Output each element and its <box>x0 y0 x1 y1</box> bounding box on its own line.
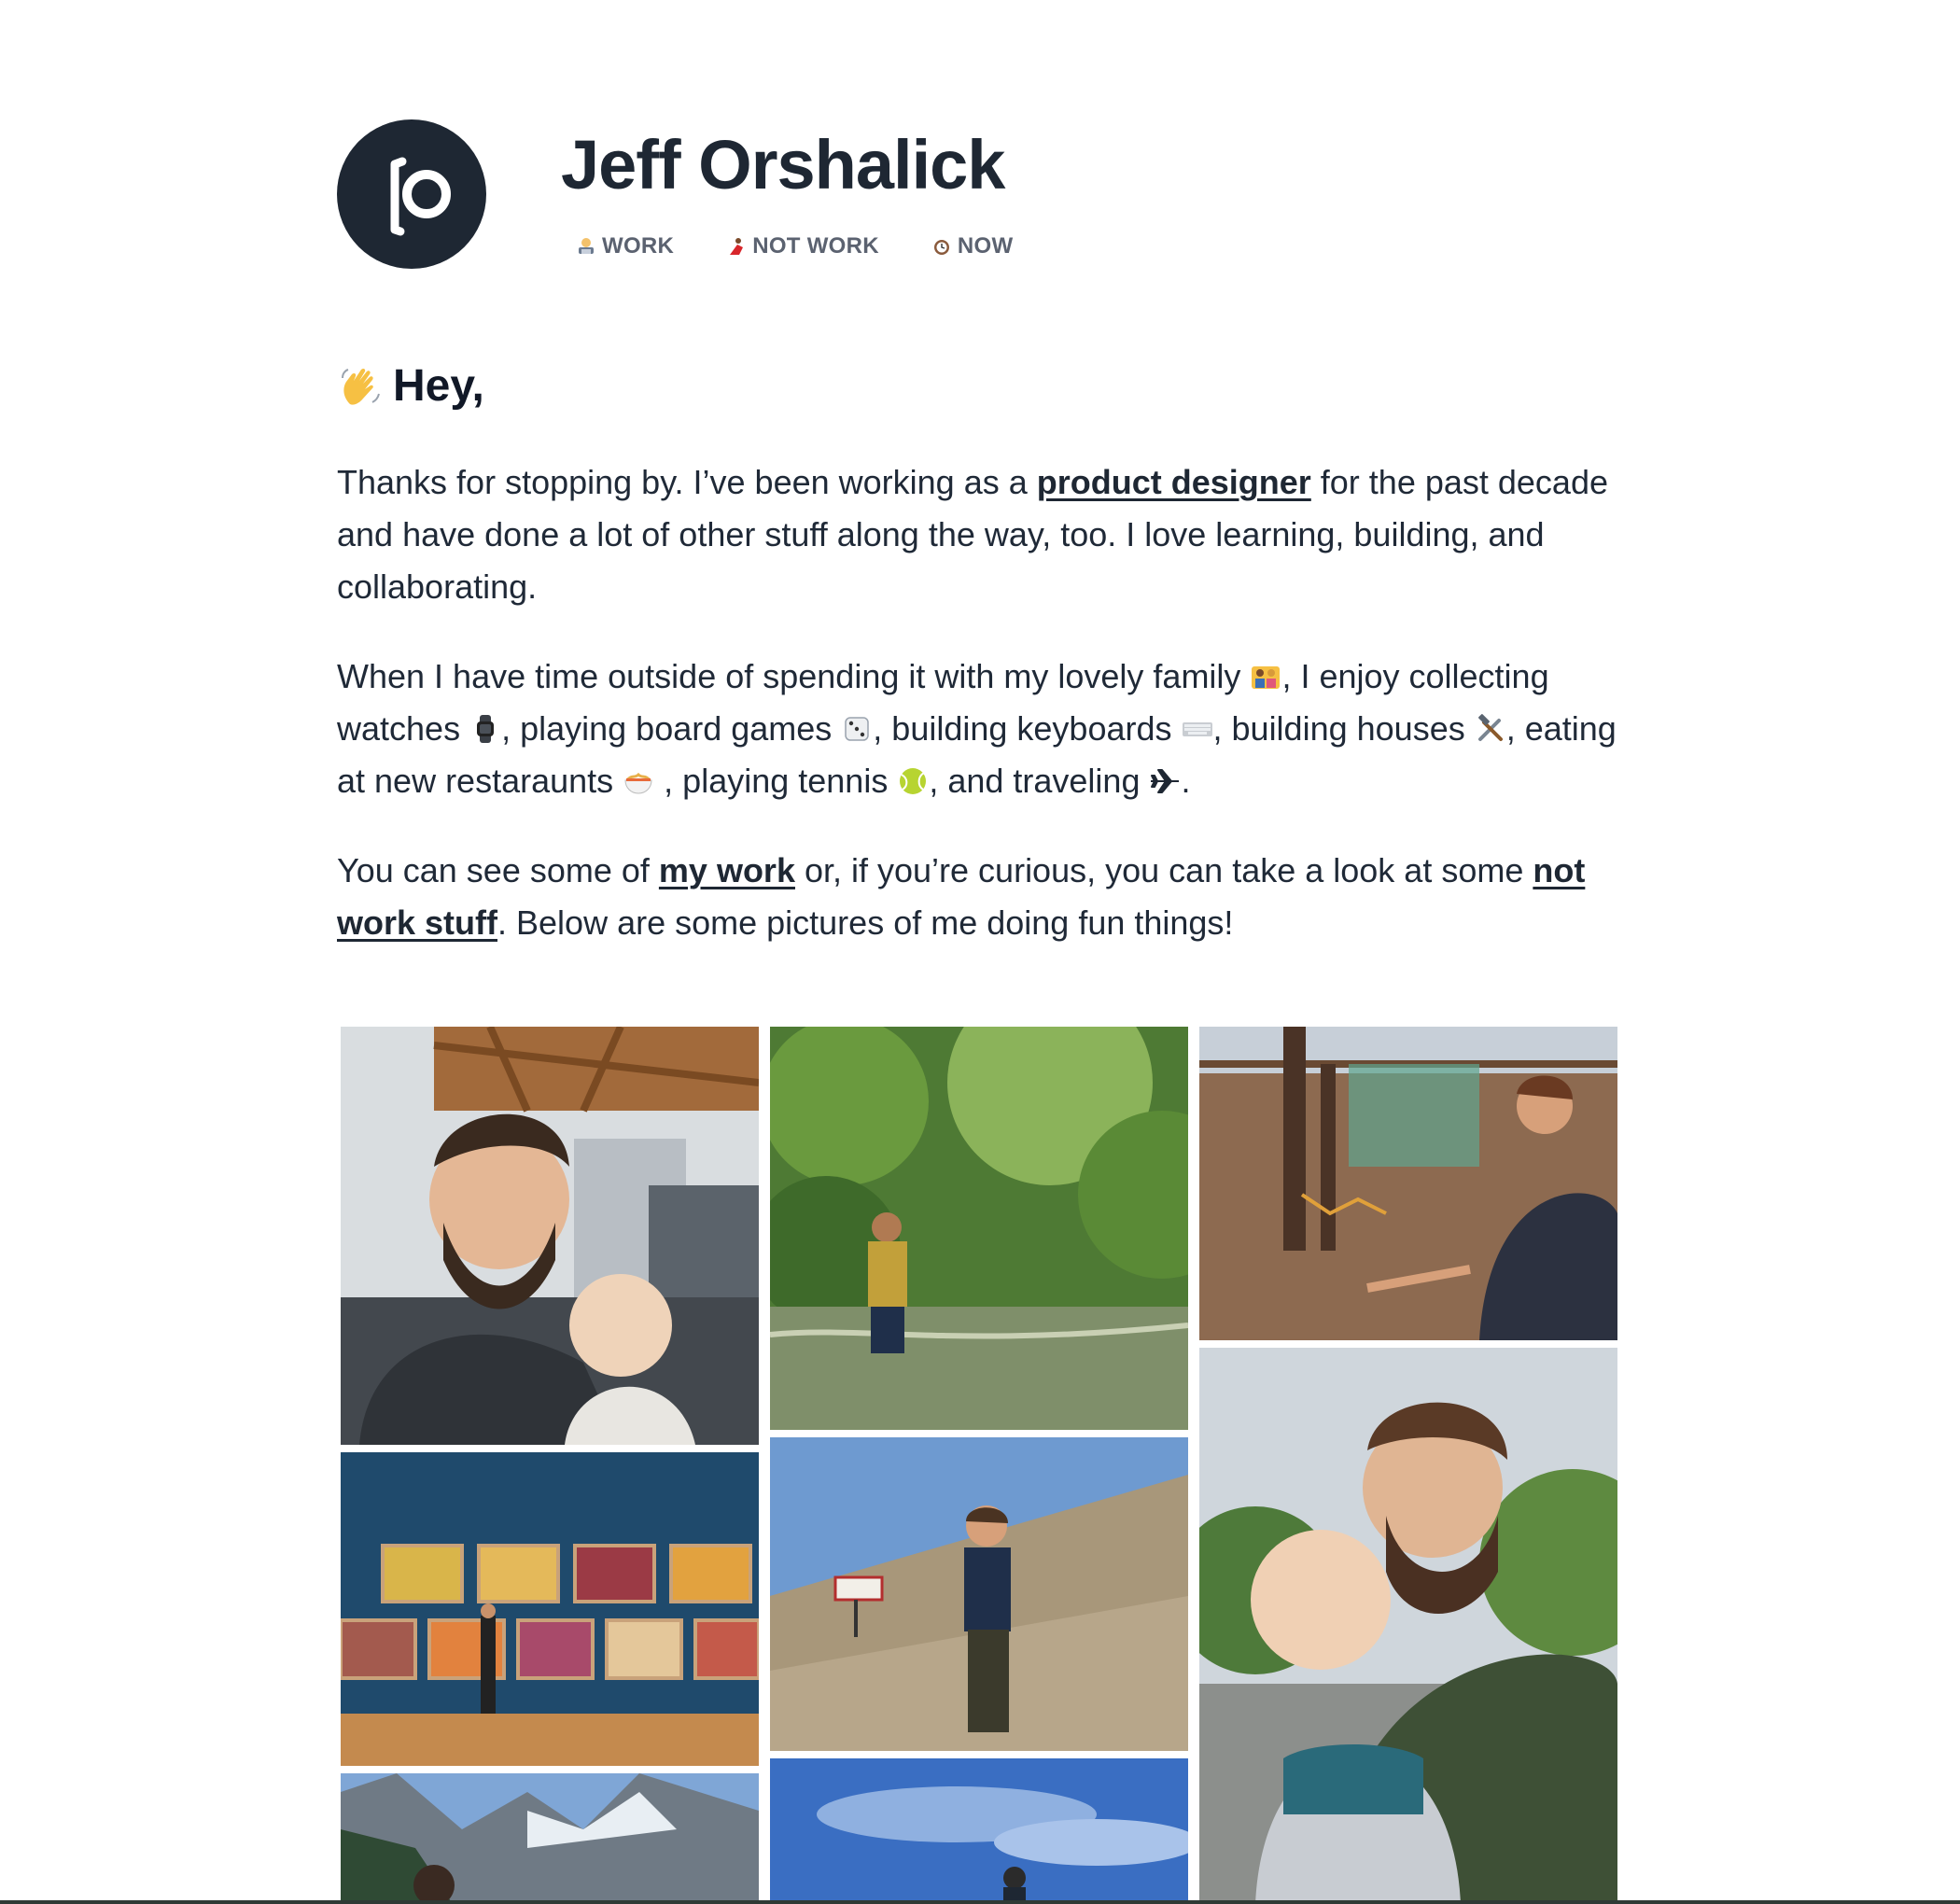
page-bottom-divider <box>0 1900 1960 1904</box>
photo-standing-in-river-image <box>770 1027 1188 1430</box>
photo-holding-baby-image <box>1199 1348 1617 1904</box>
photo-art-gallery[interactable] <box>341 1452 759 1766</box>
photo-desert-sign[interactable] <box>770 1437 1188 1751</box>
photo-standing-in-river[interactable] <box>770 1027 1188 1430</box>
photo-sky[interactable] <box>770 1758 1188 1904</box>
photo-sky-image <box>770 1758 1188 1904</box>
photo-mountain-lake[interactable] <box>341 1773 759 1904</box>
photo-desert-sign-image <box>770 1437 1188 1751</box>
photo-mountain-lake-image <box>341 1773 759 1904</box>
photo-sparkler-backyard-image <box>1199 1027 1617 1340</box>
photo-gallery <box>337 0 1617 1904</box>
photo-cafe-with-baby[interactable] <box>341 1027 759 1445</box>
photo-art-gallery-image <box>341 1452 759 1766</box>
photo-holding-baby[interactable] <box>1199 1348 1617 1904</box>
photo-cafe-with-baby-image <box>341 1027 759 1445</box>
photo-sparkler-backyard[interactable] <box>1199 1027 1617 1340</box>
